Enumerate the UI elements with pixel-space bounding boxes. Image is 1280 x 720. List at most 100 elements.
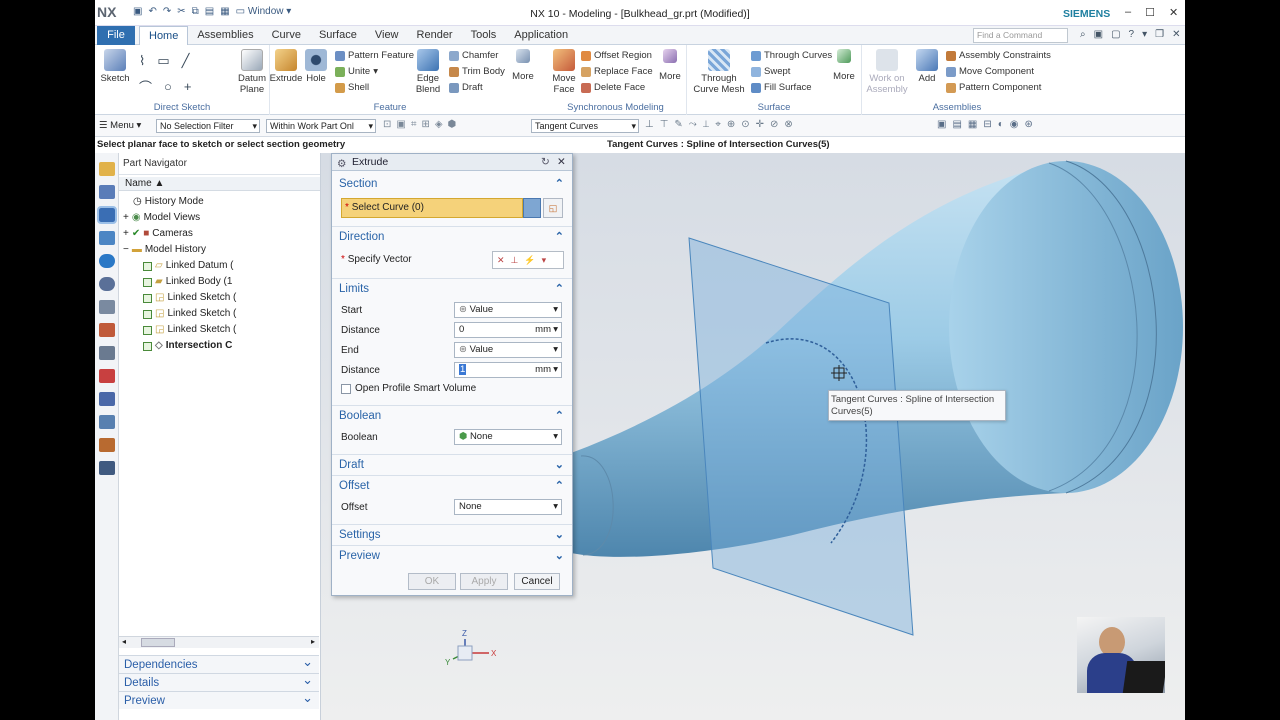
- vector-selector[interactable]: ✕⊥⚡▾: [492, 251, 564, 269]
- offset-region-button[interactable]: Offset Region: [581, 50, 652, 61]
- close-button[interactable]: ✕: [1169, 6, 1178, 19]
- tab-render[interactable]: Render: [408, 26, 462, 45]
- restore-icon[interactable]: ❐: [1155, 29, 1164, 40]
- view-triad[interactable]: Z X Y: [445, 629, 497, 667]
- checkbox[interactable]: [143, 277, 152, 287]
- manufacturing-wizard-icon[interactable]: [98, 323, 115, 337]
- web-browser-icon[interactable]: [98, 254, 115, 268]
- checkbox[interactable]: [143, 341, 152, 351]
- selection-filter-dropdown[interactable]: No Selection Filter: [156, 119, 260, 133]
- maximize-button[interactable]: ☐: [1145, 6, 1155, 19]
- settings-header[interactable]: Settings ⌄: [332, 524, 572, 544]
- command-finder-input[interactable]: Find a Command: [973, 28, 1068, 43]
- ok-button[interactable]: OK: [408, 573, 456, 590]
- delete-face-button[interactable]: Delete Face: [581, 82, 645, 93]
- boolean-header[interactable]: Boolean ⌃: [332, 405, 572, 425]
- apply-button[interactable]: Apply: [460, 573, 508, 590]
- direction-header[interactable]: Direction ⌃: [332, 226, 572, 246]
- end-distance-input[interactable]: 1 mm ▾: [454, 362, 562, 378]
- add-component-button[interactable]: Add: [912, 49, 942, 84]
- checkbox[interactable]: [143, 261, 152, 271]
- curve-rule-dropdown[interactable]: Tangent Curves: [531, 119, 639, 133]
- manager-icon[interactable]: [98, 415, 115, 429]
- palette-icon[interactable]: [98, 392, 115, 406]
- through-curves-button[interactable]: Through Curves: [751, 50, 832, 61]
- reset-icon[interactable]: ↻: [541, 154, 550, 171]
- tab-tools[interactable]: Tools: [462, 26, 506, 45]
- line-icon[interactable]: ╱: [182, 53, 190, 69]
- gear-icon[interactable]: ⚙: [337, 156, 346, 173]
- tree-item-linked-sketch-2[interactable]: ◲ Linked Sketch (: [119, 306, 320, 322]
- sync-more-button[interactable]: More: [655, 49, 685, 82]
- tab-curve[interactable]: Curve: [263, 26, 310, 45]
- edge-blend-button[interactable]: Edge Blend: [413, 49, 443, 95]
- selection-tools[interactable]: ⊡▣⌗⊞◈⬢: [383, 119, 461, 130]
- knowledge-icon[interactable]: [98, 438, 115, 452]
- tree-item-history-mode[interactable]: ◷ History Mode: [119, 194, 320, 210]
- limits-header[interactable]: Limits ⌃: [332, 278, 572, 298]
- checkbox[interactable]: [143, 293, 152, 303]
- sketch-button[interactable]: Sketch: [99, 49, 131, 84]
- extrude-button[interactable]: Extrude: [269, 49, 303, 84]
- section-header[interactable]: Section ⌃: [332, 174, 572, 194]
- minimize-button[interactable]: –: [1125, 6, 1131, 19]
- move-face-button[interactable]: Move Face: [547, 49, 581, 95]
- close-part-icon[interactable]: ✕: [1172, 29, 1180, 40]
- tab-application[interactable]: Application: [505, 26, 577, 45]
- tab-home[interactable]: Home: [139, 26, 189, 45]
- tree-item-model-views[interactable]: + ◉ Model Views: [119, 210, 320, 226]
- view-tools[interactable]: ▣▤▦⊟◐◉⊛: [937, 119, 1039, 130]
- offset-dropdown[interactable]: None ▾: [454, 499, 562, 515]
- checkbox[interactable]: [143, 325, 152, 335]
- tree-item-linked-sketch-3[interactable]: ◲ Linked Sketch (: [119, 322, 320, 338]
- work-on-assembly-button[interactable]: Work on Assembly: [864, 49, 910, 95]
- swept-button[interactable]: Swept: [751, 66, 790, 77]
- file-tab[interactable]: File: [97, 26, 135, 45]
- circle-icon[interactable]: ○: [164, 79, 172, 94]
- tab-assemblies[interactable]: Assemblies: [188, 26, 262, 45]
- start-distance-input[interactable]: 0 mm ▾: [454, 322, 562, 338]
- draft-button[interactable]: Draft: [449, 82, 483, 93]
- move-component-button[interactable]: Move Component: [946, 66, 1034, 77]
- close-icon[interactable]: ✕: [557, 154, 566, 171]
- measure-icon[interactable]: [98, 461, 115, 475]
- help-icon[interactable]: ?: [1129, 29, 1135, 40]
- selection-scope-dropdown[interactable]: Within Work Part Onl: [266, 119, 376, 133]
- system-scenes-icon[interactable]: [98, 369, 115, 383]
- snap-point-tools[interactable]: ⊥⊤✎⤳⟂⌖⊕⊙✛⊘⊗: [645, 119, 799, 130]
- preview-panel[interactable]: Preview: [119, 689, 319, 709]
- menu-button[interactable]: ☰ Menu ▾: [99, 120, 141, 131]
- open-profile-checkbox[interactable]: Open Profile Smart Volume: [341, 383, 476, 394]
- constraint-navigator-icon[interactable]: [98, 185, 115, 199]
- offset-header[interactable]: Offset ⌃: [332, 475, 572, 495]
- tree-item-intersection-curve[interactable]: ◇ Intersection C: [119, 338, 320, 354]
- curve-select-icon[interactable]: [523, 198, 541, 218]
- boolean-dropdown[interactable]: ⬢ None ▾: [454, 429, 562, 445]
- reuse-library-icon[interactable]: [98, 231, 115, 245]
- feature-more-button[interactable]: More: [508, 49, 538, 82]
- select-curve-field[interactable]: * Select Curve (0): [341, 198, 523, 218]
- assembly-constraints-button[interactable]: Assembly Constraints: [946, 50, 1051, 61]
- fill-surface-button[interactable]: Fill Surface: [751, 82, 812, 93]
- part-navigator-icon[interactable]: [96, 206, 117, 224]
- assembly-navigator-icon[interactable]: [98, 162, 115, 176]
- chamfer-button[interactable]: Chamfer: [449, 50, 498, 61]
- search-icon[interactable]: ⌕: [1080, 29, 1086, 40]
- roles-icon[interactable]: [98, 346, 115, 360]
- datum-plane-button[interactable]: Datum Plane: [235, 49, 269, 95]
- hole-button[interactable]: Hole: [303, 49, 329, 84]
- checkbox[interactable]: [143, 309, 152, 319]
- preview-header[interactable]: Preview ⌄: [332, 545, 572, 565]
- name-column-header[interactable]: Name ▲: [119, 177, 320, 191]
- pattern-feature-button[interactable]: Pattern Feature: [335, 50, 414, 61]
- tab-view[interactable]: View: [366, 26, 408, 45]
- tree-item-model-history[interactable]: − ▬ Model History: [119, 242, 320, 258]
- details-panel[interactable]: Details: [119, 671, 319, 691]
- profile-icon[interactable]: ⌇: [139, 53, 145, 69]
- end-option-dropdown[interactable]: ⊛ Value ▾: [454, 342, 562, 358]
- tree-item-linked-datum[interactable]: ▱ Linked Datum (: [119, 258, 320, 274]
- ribbon-minimize-icon[interactable]: ▾: [1142, 29, 1147, 40]
- cancel-button[interactable]: Cancel: [514, 573, 560, 590]
- unite-button[interactable]: Unite ▾: [335, 66, 378, 77]
- layout-icon[interactable]: ▣: [1094, 29, 1103, 40]
